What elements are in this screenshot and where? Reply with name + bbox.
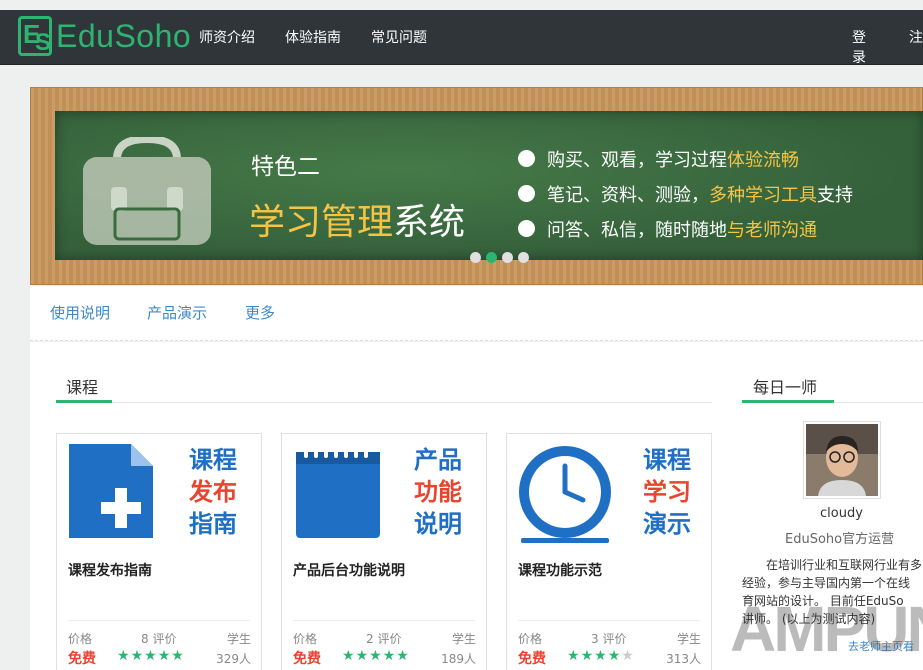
register-link[interactable]: 注 [909, 27, 923, 67]
divider [68, 620, 250, 621]
students-label: 学生 [227, 630, 251, 647]
star-icon: ★ [581, 648, 594, 664]
courses-title: 课程 [66, 374, 98, 398]
divider [56, 402, 712, 403]
carousel-dot[interactable] [518, 252, 529, 263]
star-icon: ★ [158, 648, 171, 664]
course-price: 免费 [293, 648, 321, 668]
divider [518, 620, 700, 621]
review-count: 3 评价 [591, 630, 626, 647]
course-card[interactable]: 课程 学习 演示 课程功能示范 价格 3 评价 学生 免费 ★★★★★ 313人 [506, 433, 712, 670]
subnav-demo[interactable]: 产品演示 [147, 302, 207, 323]
course-cover-clock-icon: 课程 学习 演示 [507, 434, 711, 546]
review-count: 8 评价 [141, 630, 176, 647]
blackboard: 特色二 学习管理系统 购买、观看，学习过程体验流畅 笔记、资料、测验，多种学习工… [55, 111, 923, 260]
star-icon: ★ [356, 648, 369, 664]
teacher-role: EduSoho官方运营 [785, 528, 894, 547]
student-count: 313人 [666, 650, 701, 667]
cover-text: 指南 [189, 510, 237, 538]
cover-text: 学习 [643, 478, 691, 506]
student-count: 189人 [441, 650, 476, 667]
main-nav: 师资介绍 体验指南 常见问题 [199, 27, 427, 47]
hero-bullet: 笔记、资料、测验，多种学习工具支持 [518, 176, 853, 211]
carousel-dot[interactable] [470, 252, 481, 263]
watermark: AMPUN [730, 592, 923, 666]
cover-text: 课程 [189, 446, 237, 474]
main-content: 课程 课程 发布 指南 课程发布指南 价格 8 评价 学生 免费 ★★★★★ 3… [30, 342, 923, 670]
avatar[interactable] [803, 421, 881, 499]
star-icon: ★ [117, 648, 130, 664]
star-icon: ★ [396, 648, 409, 664]
course-price: 免费 [68, 648, 96, 668]
cover-text: 课程 [643, 446, 691, 474]
star-icon: ★ [342, 648, 355, 664]
bullet-dot-icon [518, 220, 535, 237]
schoolbag-icon [79, 137, 215, 249]
hero-carousel[interactable]: 特色二 学习管理系统 购买、观看，学习过程体验流畅 笔记、资料、测验，多种学习工… [30, 87, 923, 285]
teacher-title: 每日一师 [753, 374, 817, 398]
price-label: 价格 [68, 630, 92, 647]
star-icon: ★ [144, 648, 157, 664]
subnav-usage[interactable]: 使用说明 [50, 302, 110, 323]
carousel-dot[interactable] [502, 252, 513, 263]
nav-faq[interactable]: 常见问题 [371, 27, 427, 47]
star-icon: ★ [567, 648, 580, 664]
course-name[interactable]: 产品后台功能说明 [293, 560, 405, 580]
star-icon: ★ [369, 648, 382, 664]
star-icon: ★ [608, 648, 621, 664]
logo-icon: ES [18, 16, 52, 56]
bullet-dot-icon [518, 150, 535, 167]
hero-bullet: 购买、观看，学习过程体验流畅 [518, 141, 853, 176]
cover-text: 演示 [643, 510, 691, 538]
sub-nav: 使用说明 产品演示 更多 [30, 286, 923, 341]
nav-guide[interactable]: 体验指南 [285, 27, 341, 47]
star-icon: ★ [594, 648, 607, 664]
course-cover-notebook-icon: 产品 功能 说明 [282, 434, 486, 546]
star-icon: ★ [621, 648, 634, 664]
nav-teachers[interactable]: 师资介绍 [199, 27, 255, 47]
cover-text: 说明 [414, 510, 462, 538]
bullet-dot-icon [518, 185, 535, 202]
logo-text: EduSoho [56, 18, 191, 55]
hero-bullet: 问答、私信，随时随地与老师沟通 [518, 211, 853, 246]
star-icon: ★ [383, 648, 396, 664]
price-label: 价格 [293, 630, 317, 647]
title-underline [56, 400, 112, 403]
subnav-more[interactable]: 更多 [245, 302, 275, 323]
hero-title-rest: 系统 [393, 202, 465, 243]
divider [293, 620, 475, 621]
teacher-name[interactable]: cloudy [820, 506, 863, 521]
course-name[interactable]: 课程功能示范 [518, 560, 602, 580]
price-label: 价格 [518, 630, 542, 647]
star-icon: ★ [131, 648, 144, 664]
star-icon: ★ [171, 648, 184, 664]
rating-stars: ★★★★★ [567, 648, 634, 664]
person-avatar-icon [806, 424, 878, 496]
cover-text: 功能 [414, 478, 462, 506]
hero-title: 学习管理系统 [249, 193, 465, 245]
course-card[interactable]: 课程 发布 指南 课程发布指南 价格 8 评价 学生 免费 ★★★★★ 329人 [56, 433, 262, 670]
hero-subtitle: 特色二 [251, 147, 320, 181]
rating-stars: ★★★★★ [117, 648, 184, 664]
cover-text: 发布 [188, 478, 237, 506]
login-link[interactable]: 登录 [852, 27, 879, 67]
user-nav: 登录 注 [852, 27, 923, 67]
review-count: 2 评价 [366, 630, 401, 647]
students-label: 学生 [452, 630, 476, 647]
student-count: 329人 [216, 650, 251, 667]
logo[interactable]: ES EduSoho [18, 14, 191, 58]
cover-text: 产品 [414, 446, 462, 474]
title-underline [742, 400, 834, 403]
course-price: 免费 [518, 648, 546, 668]
carousel-dot-active[interactable] [486, 252, 497, 263]
hero-bullets: 购买、观看，学习过程体验流畅 笔记、资料、测验，多种学习工具支持 问答、私信，随… [518, 141, 853, 246]
course-card[interactable]: 产品 功能 说明 产品后台功能说明 价格 2 评价 学生 免费 ★★★★★ 18… [281, 433, 487, 670]
students-label: 学生 [677, 630, 701, 647]
carousel-indicators [470, 252, 529, 263]
hero-title-highlight: 学习管理 [249, 202, 393, 243]
rating-stars: ★★★★★ [342, 648, 409, 664]
top-navbar: ES EduSoho 师资介绍 体验指南 常见问题 登录 注 [0, 10, 923, 65]
course-name[interactable]: 课程发布指南 [68, 560, 152, 580]
course-cover-publish-icon: 课程 发布 指南 [57, 434, 261, 546]
